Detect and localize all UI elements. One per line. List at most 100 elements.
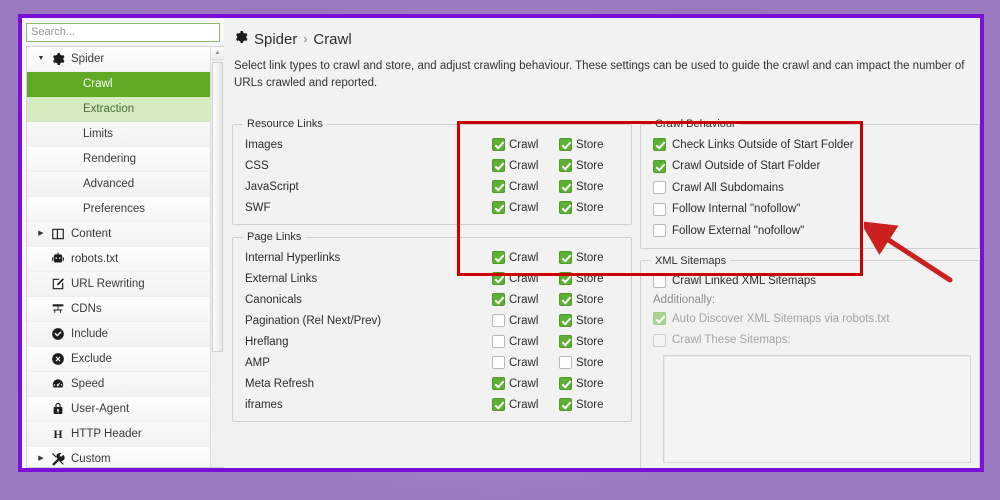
page-store-group-amp[interactable]: Store — [559, 356, 623, 369]
page-store-group-external-links[interactable]: Store — [559, 272, 623, 285]
twisty-expanded-icon[interactable]: ▼ — [33, 55, 49, 62]
resource-store-group-swf[interactable]: Store — [559, 201, 623, 214]
page-store-checkbox-internal-hyperlinks[interactable] — [559, 251, 572, 264]
sidebar-item-url-rewriting[interactable]: ▶URL Rewriting — [27, 271, 210, 297]
crawl-linked-xml-sitemaps-row[interactable]: Crawl Linked XML Sitemaps — [649, 271, 971, 293]
page-store-checkbox-iframes[interactable] — [559, 398, 572, 411]
behaviour-row-crawl-all-subdomains[interactable]: Crawl All Subdomains — [649, 177, 971, 199]
crawl-these-sitemaps-checkbox[interactable] — [653, 333, 666, 347]
page-store-checkbox-external-links[interactable] — [559, 272, 572, 285]
sidebar-item-crawl[interactable]: ▶Crawl — [27, 71, 210, 97]
sidebar-scrollbar[interactable]: ▲ — [210, 46, 224, 467]
sidebar-item-exclude[interactable]: ▶Exclude — [27, 346, 210, 372]
sidebar-item-content[interactable]: ▶ Content — [27, 221, 210, 247]
page-crawl-group-amp[interactable]: Crawl — [492, 356, 559, 369]
page-store-checkbox-pagination-rel-next-prev[interactable] — [559, 314, 572, 327]
page-store-group-pagination-rel-next-prev[interactable]: Store — [559, 314, 623, 327]
page-store-group-canonicals[interactable]: Store — [559, 293, 623, 306]
resource-store-checkbox-images[interactable] — [559, 138, 572, 151]
resource-crawl-checkbox-css[interactable] — [492, 159, 505, 172]
behaviour-checkbox-check-links-outside-of-start-folder[interactable] — [653, 138, 666, 152]
page-crawl-group-internal-hyperlinks[interactable]: Crawl — [492, 251, 559, 264]
auto-discover-sitemaps-checkbox[interactable] — [653, 312, 666, 326]
resource-store-group-css[interactable]: Store — [559, 159, 623, 172]
page-crawl-group-meta-refresh[interactable]: Crawl — [492, 377, 559, 390]
sitemap-urls-textarea[interactable] — [663, 355, 971, 463]
resource-crawl-group-images[interactable]: Crawl — [492, 138, 559, 151]
resource-crawl-checkbox-swf[interactable] — [492, 201, 505, 214]
sidebar-item-robots-txt[interactable]: ▶robots.txt — [27, 246, 210, 272]
sidebar-item-extraction[interactable]: ▶Extraction — [27, 96, 210, 122]
search-input[interactable] — [26, 22, 220, 42]
page-store-checkbox-canonicals[interactable] — [559, 293, 572, 306]
sidebar-item-user-agent[interactable]: ▶User-Agent — [27, 396, 210, 422]
scrollbar-thumb[interactable] — [212, 61, 223, 352]
page-store-checkbox-amp[interactable] — [559, 356, 572, 369]
behaviour-row-follow-external-nofollow[interactable]: Follow External "nofollow" — [649, 220, 971, 242]
twisty-collapsed-icon[interactable]: ▶ — [33, 455, 49, 462]
page-crawl-checkbox-iframes[interactable] — [492, 398, 505, 411]
resource-crawl-group-swf[interactable]: Crawl — [492, 201, 559, 214]
behaviour-checkbox-crawl-outside-of-start-folder[interactable] — [653, 159, 666, 173]
auto-discover-sitemaps-row[interactable]: Auto Discover XML Sitemaps via robots.tx… — [649, 308, 971, 330]
page-crawl-checkbox-pagination-rel-next-prev[interactable] — [492, 314, 505, 327]
page-crawl-group-iframes[interactable]: Crawl — [492, 398, 559, 411]
store-label: Store — [576, 251, 604, 264]
page-crawl-group-pagination-rel-next-prev[interactable]: Crawl — [492, 314, 559, 327]
page-crawl-checkbox-external-links[interactable] — [492, 272, 505, 285]
behaviour-checkbox-follow-internal-nofollow[interactable] — [653, 202, 666, 216]
page-store-checkbox-hreflang[interactable] — [559, 335, 572, 348]
page-label-amp: AMP — [245, 356, 270, 369]
crawl-linked-xml-sitemaps-checkbox[interactable] — [653, 274, 666, 288]
resource-store-checkbox-swf[interactable] — [559, 201, 572, 214]
page-crawl-group-canonicals[interactable]: Crawl — [492, 293, 559, 306]
sidebar-item-include[interactable]: ▶Include — [27, 321, 210, 347]
sidebar-item-cdns[interactable]: ▶CDNs — [27, 296, 210, 322]
branch-icon — [49, 302, 67, 316]
sidebar-item-http-header[interactable]: ▶HHTTP Header — [27, 421, 210, 447]
page-crawl-group-hreflang[interactable]: Crawl — [492, 335, 559, 348]
page-row-hreflang: Hreflang Crawl Store — [241, 331, 623, 352]
resource-crawl-checkbox-javascript[interactable] — [492, 180, 505, 193]
sidebar-item-label: HTTP Header — [71, 427, 142, 440]
page-crawl-checkbox-canonicals[interactable] — [492, 293, 505, 306]
page-store-group-hreflang[interactable]: Store — [559, 335, 623, 348]
page-crawl-checkbox-amp[interactable] — [492, 356, 505, 369]
resource-store-group-javascript[interactable]: Store — [559, 180, 623, 193]
page-store-checkbox-meta-refresh[interactable] — [559, 377, 572, 390]
sidebar-item-advanced[interactable]: ▶Advanced — [27, 171, 210, 197]
behaviour-checkbox-crawl-all-subdomains[interactable] — [653, 181, 666, 195]
page-crawl-checkbox-meta-refresh[interactable] — [492, 377, 505, 390]
resource-crawl-group-javascript[interactable]: Crawl — [492, 180, 559, 193]
sidebar-item-preferences[interactable]: ▶Preferences — [27, 196, 210, 222]
page-crawl-checkbox-internal-hyperlinks[interactable] — [492, 251, 505, 264]
resource-store-checkbox-javascript[interactable] — [559, 180, 572, 193]
sidebar-item-custom[interactable]: ▶ Custom — [27, 446, 210, 467]
sidebar-item-spider[interactable]: ▼ Spider — [27, 46, 210, 72]
sidebar-item-speed[interactable]: ▶Speed — [27, 371, 210, 397]
behaviour-checkbox-follow-external-nofollow[interactable] — [653, 224, 666, 238]
resource-store-checkbox-css[interactable] — [559, 159, 572, 172]
svg-text:H: H — [53, 428, 62, 441]
resource-crawl-checkbox-images[interactable] — [492, 138, 505, 151]
sidebar-item-limits[interactable]: ▶Limits — [27, 121, 210, 147]
behaviour-row-check-links-outside-of-start-folder[interactable]: Check Links Outside of Start Folder — [649, 134, 971, 156]
sidebar-item-rendering[interactable]: ▶Rendering — [27, 146, 210, 172]
right-column: Crawl Behaviour Check Links Outside of S… — [632, 118, 980, 468]
page-crawl-checkbox-hreflang[interactable] — [492, 335, 505, 348]
settings-tree-list: ▼Spider▶Crawl▶Extraction▶Limits▶Renderin… — [27, 46, 210, 467]
behaviour-row-crawl-outside-of-start-folder[interactable]: Crawl Outside of Start Folder — [649, 156, 971, 178]
settings-tree: ▼Spider▶Crawl▶Extraction▶Limits▶Renderin… — [26, 45, 224, 468]
twisty-collapsed-icon[interactable]: ▶ — [33, 230, 49, 237]
resource-store-group-images[interactable]: Store — [559, 138, 623, 151]
resource-crawl-group-css[interactable]: Crawl — [492, 159, 559, 172]
page-store-group-iframes[interactable]: Store — [559, 398, 623, 411]
scroll-up-button[interactable]: ▲ — [211, 46, 224, 60]
breadcrumb: Spider › Crawl — [224, 18, 980, 48]
page-store-group-internal-hyperlinks[interactable]: Store — [559, 251, 623, 264]
page-crawl-group-external-links[interactable]: Crawl — [492, 272, 559, 285]
behaviour-row-follow-internal-nofollow[interactable]: Follow Internal "nofollow" — [649, 199, 971, 221]
breadcrumb-root[interactable]: Spider — [254, 31, 297, 48]
crawl-these-sitemaps-row[interactable]: Crawl These Sitemaps: — [649, 330, 971, 352]
page-store-group-meta-refresh[interactable]: Store — [559, 377, 623, 390]
